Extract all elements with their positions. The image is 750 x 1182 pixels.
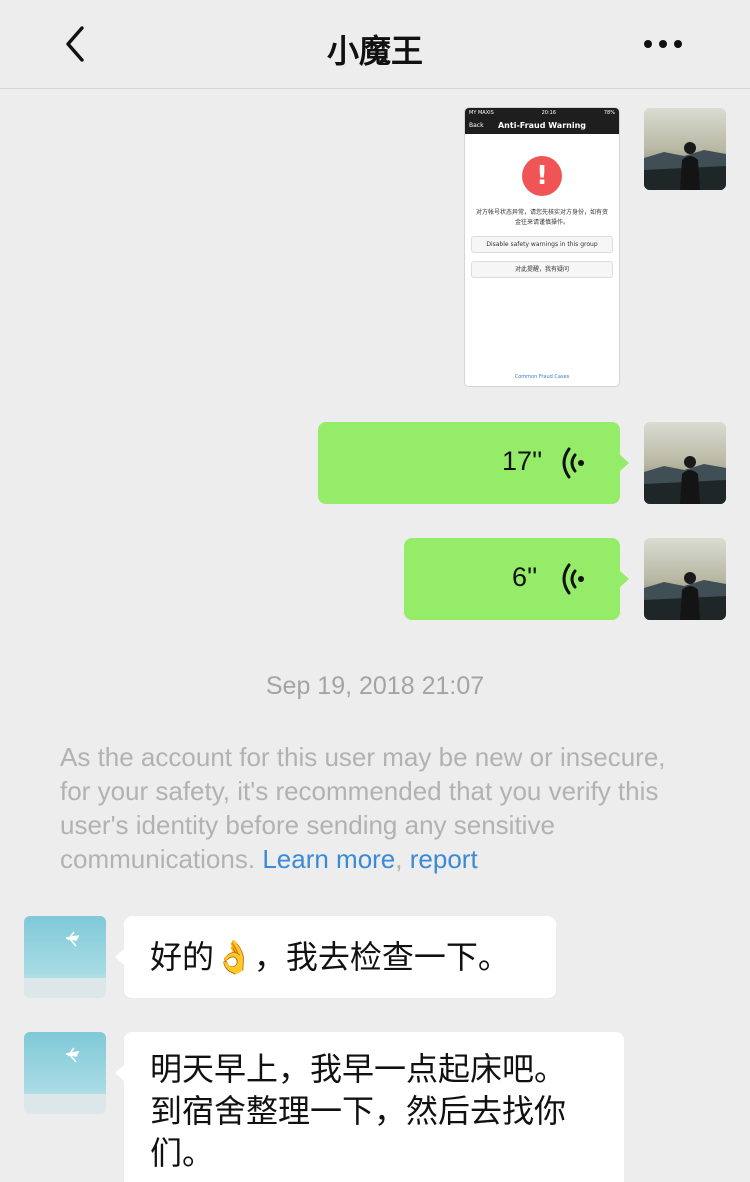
avatar-sky-airplane-image (24, 1032, 106, 1114)
avatar-landscape-image (644, 538, 726, 620)
screenshot-time: 20:16 (541, 110, 557, 116)
avatar-landscape-image (644, 108, 726, 190)
contact-avatar[interactable] (24, 1032, 106, 1114)
exclamation-icon: ! (522, 156, 562, 196)
more-button[interactable] (640, 30, 686, 58)
voice-duration: 6'' (512, 562, 538, 592)
screenshot-title: Anti-Fraud Warning (497, 121, 587, 130)
voice-message[interactable]: 17'' (318, 422, 629, 504)
message-line: 们。 (150, 1134, 215, 1172)
my-avatar[interactable] (644, 538, 726, 620)
screenshot-back: Back (469, 122, 484, 129)
incoming-message[interactable]: 好的👌，我去检查一下。 (115, 916, 556, 998)
screenshot-question-button: 对此提醒，我有疑问 (471, 261, 613, 278)
screenshot-carrier: MY MAXIS (469, 110, 494, 116)
learn-more-link[interactable]: Learn more (262, 844, 395, 874)
message-line: 到宿舍整理一下，然后去找你 (150, 1092, 567, 1130)
screenshot-warning-text: 对方帐号状态异常，请您先核实对方身份，如有资金往来请谨慎操作。 (475, 209, 608, 226)
report-link[interactable]: report (410, 844, 478, 874)
incoming-message[interactable]: 明天早上，我早一点起床吧。 到宿舍整理一下，然后去找你 们。 (115, 1032, 624, 1182)
avatar-sky-airplane-image (24, 916, 106, 998)
message-line: 明天早上，我早一点起床吧。 (150, 1050, 567, 1088)
notice-separator: , (395, 844, 403, 874)
image-message[interactable]: MY MAXIS 20:16 78% Back Anti-Fraud Warni… (464, 107, 620, 387)
voice-wave-icon (562, 563, 584, 595)
chat-title: 小魔王 (326, 32, 423, 70)
screenshot-disable-button: Disable safety warnings in this group (471, 236, 613, 253)
contact-avatar[interactable] (24, 916, 106, 998)
ellipsis-icon (644, 40, 682, 48)
screenshot-fraud-link: Common Fraud Cases (514, 374, 570, 380)
chat-timestamp: Sep 19, 2018 21:07 (265, 672, 485, 700)
security-notice: As the account for this user may be new … (60, 740, 700, 876)
voice-wave-icon (562, 447, 584, 479)
voice-duration: 17'' (502, 446, 543, 476)
my-avatar[interactable] (644, 422, 726, 504)
message-text: 好的👌，我去检查一下。 (150, 938, 510, 976)
my-avatar[interactable] (644, 108, 726, 190)
voice-message[interactable]: 6'' (404, 538, 629, 620)
screenshot-battery: 78% (603, 110, 615, 116)
nav-bar: 小魔王 (0, 0, 750, 89)
screenshot-nav: Back Anti-Fraud Warning (465, 118, 619, 134)
message-text-block: 明天早上，我早一点起床吧。 到宿舍整理一下，然后去找你 们。 (150, 1048, 566, 1174)
avatar-landscape-image (644, 422, 726, 504)
screenshot-status-bar: MY MAXIS 20:16 78% (465, 108, 619, 118)
